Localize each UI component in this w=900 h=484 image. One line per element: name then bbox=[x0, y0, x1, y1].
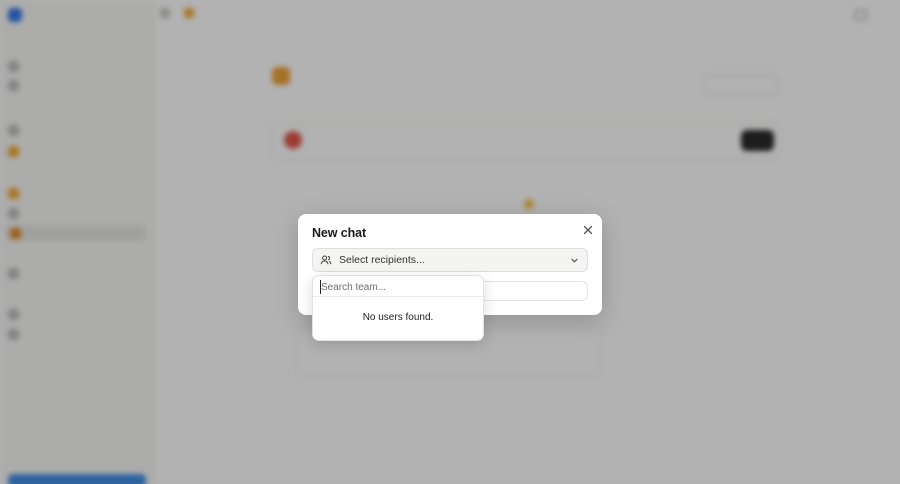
team-search-input[interactable] bbox=[320, 280, 476, 294]
no-users-message: No users found. bbox=[362, 312, 434, 323]
close-icon bbox=[583, 225, 593, 235]
recipients-select[interactable]: Select recipients... bbox=[312, 248, 588, 272]
team-search-row bbox=[313, 276, 483, 297]
recipients-placeholder: Select recipients... bbox=[339, 254, 425, 266]
chevron-down-icon bbox=[570, 256, 579, 265]
users-icon bbox=[320, 254, 332, 266]
close-button[interactable] bbox=[582, 223, 594, 235]
recipients-dropdown: No users found. bbox=[312, 275, 484, 341]
dialog-title: New chat bbox=[312, 226, 367, 240]
